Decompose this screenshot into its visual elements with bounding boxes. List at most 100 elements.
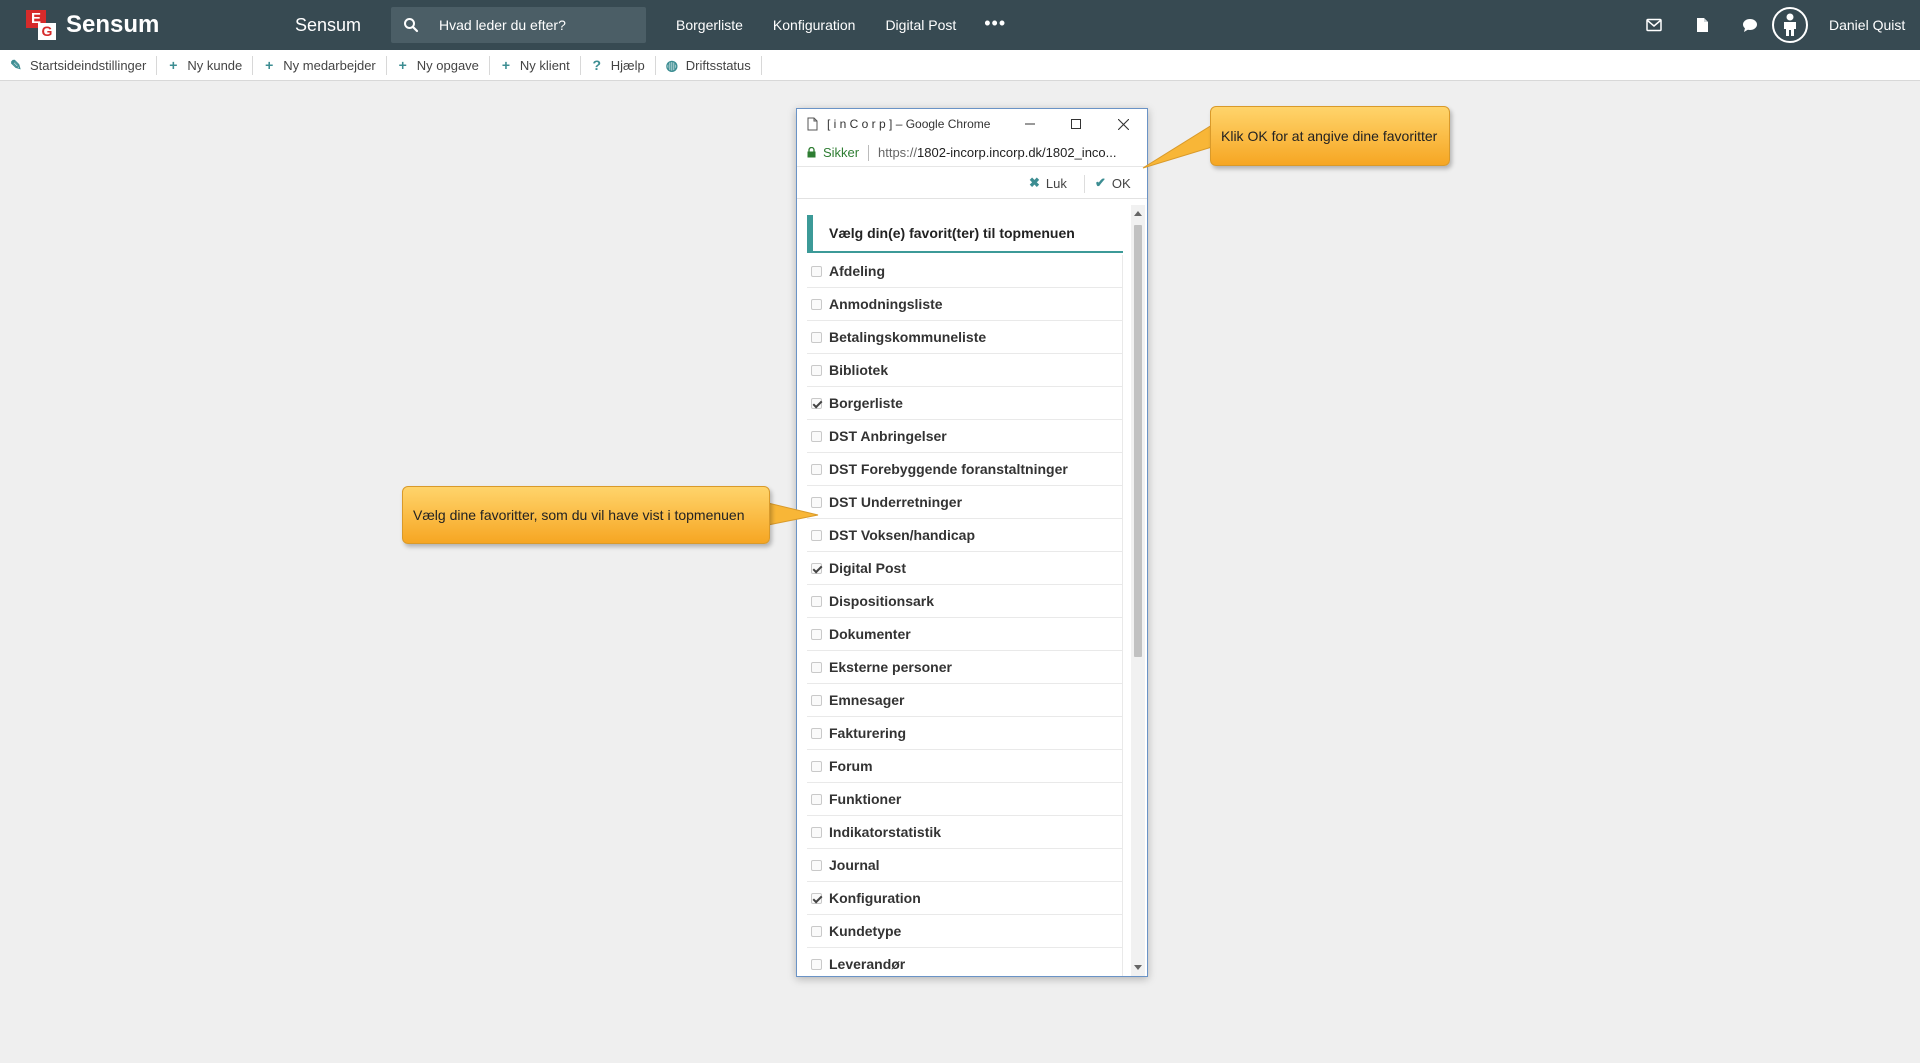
favorite-label: Dokumenter xyxy=(829,626,911,642)
nav-more-button[interactable]: ••• xyxy=(971,0,1019,50)
favorite-checkbox[interactable] xyxy=(811,595,822,607)
favorite-row[interactable]: Leverandør xyxy=(807,948,1123,976)
favorite-label: Konfiguration xyxy=(829,890,921,906)
nav-borgerliste[interactable]: Borgerliste xyxy=(661,0,758,50)
favorite-row[interactable]: Fakturering xyxy=(807,717,1123,750)
maximize-button[interactable] xyxy=(1053,109,1099,139)
quick-actions-bar: ✎ Startsideindstillinger + Ny kunde + Ny… xyxy=(0,50,1920,81)
mail-icon[interactable] xyxy=(1630,0,1678,50)
eg-logo[interactable]: E G xyxy=(26,10,56,40)
favorite-checkbox[interactable] xyxy=(811,562,822,574)
favorite-row[interactable]: Journal xyxy=(807,849,1123,882)
document-icon[interactable] xyxy=(1678,0,1726,50)
favorite-checkbox[interactable] xyxy=(811,859,822,871)
favorite-row[interactable]: Betalingskommuneliste xyxy=(807,321,1123,354)
favorite-checkbox[interactable] xyxy=(811,694,822,706)
favorite-row[interactable]: DST Forebyggende foranstaltninger xyxy=(807,453,1123,486)
minimize-button[interactable] xyxy=(1007,109,1053,139)
plus-icon: + xyxy=(169,57,178,73)
nav-konfiguration[interactable]: Konfiguration xyxy=(758,0,871,50)
favorite-row[interactable]: Konfiguration xyxy=(807,882,1123,915)
favorite-checkbox[interactable] xyxy=(811,529,822,541)
tooltip-favorites-hint: Vælg dine favoritter, som du vil have vi… xyxy=(402,486,770,544)
favorite-checkbox[interactable] xyxy=(811,430,822,442)
scroll-down-arrow-icon[interactable] xyxy=(1134,965,1142,970)
favorite-label: Forum xyxy=(829,758,873,774)
favorite-label: Dispositionsark xyxy=(829,593,935,609)
page-icon xyxy=(807,117,818,131)
luk-button[interactable]: ✖ Luk xyxy=(1029,167,1067,199)
plus-icon: + xyxy=(265,57,274,73)
favorite-checkbox[interactable] xyxy=(811,463,822,475)
window-close-button[interactable] xyxy=(1100,109,1146,139)
quick-driftsstatus[interactable]: ◍ Driftsstatus xyxy=(656,55,762,75)
favorite-checkbox[interactable] xyxy=(811,265,822,277)
favorite-row[interactable]: DST Voksen/handicap xyxy=(807,519,1123,552)
scroll-up-arrow-icon[interactable] xyxy=(1134,211,1142,216)
quick-ny-opgave[interactable]: + Ny opgave xyxy=(387,55,490,75)
favorite-row[interactable]: Borgerliste xyxy=(807,387,1123,420)
address-separator xyxy=(868,145,869,161)
favorite-checkbox[interactable] xyxy=(811,628,822,640)
favorite-label: DST Forebyggende foranstaltninger xyxy=(829,461,1068,477)
quick-ny-medarbejder[interactable]: + Ny medarbejder xyxy=(253,55,387,75)
favorite-checkbox[interactable] xyxy=(811,760,822,772)
favorite-checkbox[interactable] xyxy=(811,298,822,310)
quick-label: Ny kunde xyxy=(187,57,243,73)
chat-icon[interactable] xyxy=(1726,0,1774,50)
favorite-checkbox[interactable] xyxy=(811,727,822,739)
favorite-row[interactable]: Digital Post xyxy=(807,552,1123,585)
favorite-label: Leverandør xyxy=(829,956,906,972)
favorite-checkbox[interactable] xyxy=(811,925,822,937)
favorite-row[interactable]: DST Underretninger xyxy=(807,486,1123,519)
scroll-thumb[interactable] xyxy=(1134,225,1142,657)
favorite-checkbox[interactable] xyxy=(811,826,822,838)
favorite-row[interactable]: Indikatorstatistik xyxy=(807,816,1123,849)
list-scrollbar[interactable] xyxy=(1131,205,1145,976)
favorite-row[interactable]: Bibliotek xyxy=(807,354,1123,387)
search-icon[interactable] xyxy=(403,17,419,33)
favorite-checkbox[interactable] xyxy=(811,958,822,970)
nav-digital-post[interactable]: Digital Post xyxy=(870,0,971,50)
quick-ny-klient[interactable]: + Ny klient xyxy=(490,55,581,75)
favorite-row[interactable]: Eksterne personer xyxy=(807,651,1123,684)
favorite-checkbox[interactable] xyxy=(811,892,822,904)
favorite-row[interactable]: Emnesager xyxy=(807,684,1123,717)
favorite-row[interactable]: Funktioner xyxy=(807,783,1123,816)
search-input[interactable] xyxy=(439,7,639,43)
favorite-label: Digital Post xyxy=(829,560,907,576)
globe-icon: ◍ xyxy=(665,56,678,73)
quick-startsideindstillinger[interactable]: ✎ Startsideindstillinger xyxy=(0,55,158,75)
favorite-row[interactable]: Anmodningsliste xyxy=(807,288,1123,321)
checkmark-icon: ✔ xyxy=(1095,175,1106,190)
quick-label: Ny klient xyxy=(519,57,570,73)
global-search xyxy=(391,7,646,43)
favorite-checkbox[interactable] xyxy=(811,661,822,673)
favorite-row[interactable]: Dispositionsark xyxy=(807,585,1123,618)
favorite-checkbox[interactable] xyxy=(811,397,822,409)
ok-button[interactable]: ✔ OK xyxy=(1095,167,1131,199)
favorite-row[interactable]: Forum xyxy=(807,750,1123,783)
favorite-row[interactable]: Afdeling xyxy=(807,255,1123,288)
user-avatar-icon[interactable] xyxy=(1772,7,1808,43)
favorite-row[interactable]: DST Anbringelser xyxy=(807,420,1123,453)
favorite-row[interactable]: Kundetype xyxy=(807,915,1123,948)
tooltip-ok-hint: Klik OK for at angive dine favoritter xyxy=(1210,106,1450,166)
favorite-label: DST Underretninger xyxy=(829,494,963,510)
favorite-label: Funktioner xyxy=(829,791,902,807)
favorite-checkbox[interactable] xyxy=(811,496,822,508)
favorite-checkbox[interactable] xyxy=(811,793,822,805)
favorite-row[interactable]: Dokumenter xyxy=(807,618,1123,651)
quick-ny-kunde[interactable]: + Ny kunde xyxy=(157,55,254,75)
address-bar[interactable]: Sikker https://1802-incorp.incorp.dk/180… xyxy=(797,139,1147,167)
url-scheme: https:// xyxy=(878,145,918,160)
quick-label: Ny medarbejder xyxy=(283,57,376,73)
minimize-icon xyxy=(1025,123,1035,125)
user-name[interactable]: Daniel Quist xyxy=(1829,0,1905,50)
quick-label: Startsideindstillinger xyxy=(30,57,147,73)
favorite-checkbox[interactable] xyxy=(811,331,822,343)
favorite-checkbox[interactable] xyxy=(811,364,822,376)
quick-hjaelp[interactable]: ? Hjælp xyxy=(581,55,656,75)
window-titlebar[interactable]: [ i n C o r p ] – Google Chrome xyxy=(797,109,1147,139)
favorites-popup-window: [ i n C o r p ] – Google Chrome Sikker h… xyxy=(796,108,1148,977)
